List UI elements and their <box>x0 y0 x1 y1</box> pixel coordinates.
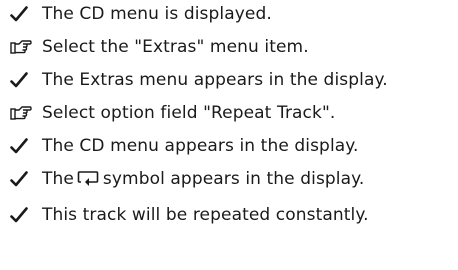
list-item: Select option field "Repeat Track". <box>10 102 450 124</box>
step-text: The Extras menu appears in the display. <box>42 70 388 90</box>
instruction-list: The CD menu is displayed. Select the "Ex… <box>10 0 450 226</box>
pointing-hand-icon <box>10 102 36 124</box>
step-text: The CD menu appears in the display. <box>42 136 359 156</box>
step-text: This track will be repeated constantly. <box>42 205 369 225</box>
list-item: This track will be repeated constantly. <box>10 204 450 226</box>
list-item: The Extras menu appears in the display. <box>10 69 450 91</box>
list-item: The symbol appears in the display. <box>10 168 450 193</box>
check-icon <box>10 135 36 157</box>
list-item: The CD menu is displayed. <box>10 3 450 25</box>
step-text: The CD menu is displayed. <box>42 4 272 24</box>
step-text: Select the "Extras" menu item. <box>42 37 309 57</box>
check-icon <box>10 3 36 25</box>
pointing-hand-icon <box>10 36 36 58</box>
repeat-icon <box>77 170 99 193</box>
list-item: The CD menu appears in the display. <box>10 135 450 157</box>
check-icon <box>10 168 36 190</box>
step-text-before: The <box>42 169 74 189</box>
list-item: Select the "Extras" menu item. <box>10 36 450 58</box>
check-icon <box>10 204 36 226</box>
check-icon <box>10 69 36 91</box>
step-text: Select option field "Repeat Track". <box>42 103 336 123</box>
step-text-after: symbol appears in the display. <box>102 169 365 189</box>
